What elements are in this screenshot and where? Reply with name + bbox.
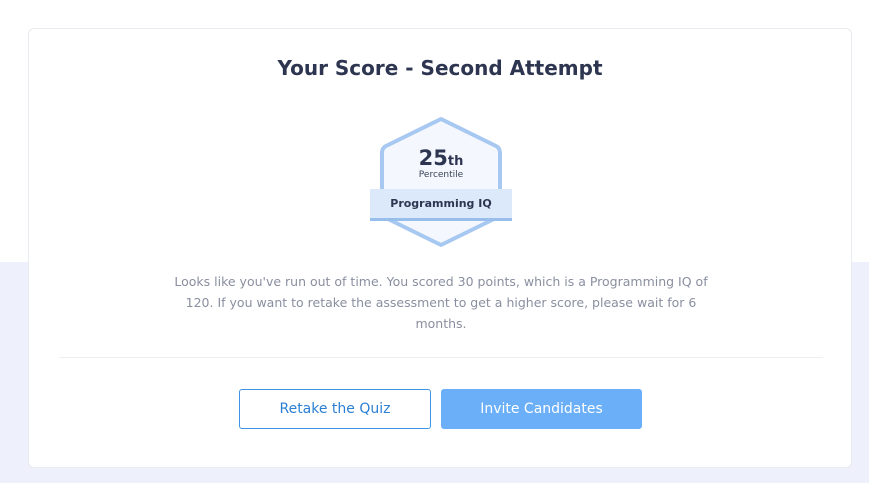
score-card: Your Score - Second Attempt 25th Percent… <box>28 28 852 468</box>
invite-candidates-button[interactable]: Invite Candidates <box>441 389 642 429</box>
percentile-suffix: th <box>447 154 464 169</box>
hexagon-badge-icon <box>380 117 502 247</box>
result-message: Looks like you've run out of time. You s… <box>174 274 708 331</box>
percentile-value: 25th <box>370 146 512 170</box>
percentile-number: 25 <box>418 146 448 170</box>
retake-quiz-button[interactable]: Retake the Quiz <box>239 389 431 429</box>
percentile-label: Percentile <box>418 170 464 180</box>
percentile-badge: 25th Percentile Programming IQ <box>370 115 512 249</box>
page-title: Your Score - Second Attempt <box>277 56 603 80</box>
badge-ribbon: Programming IQ <box>370 189 512 221</box>
divider <box>59 357 823 358</box>
